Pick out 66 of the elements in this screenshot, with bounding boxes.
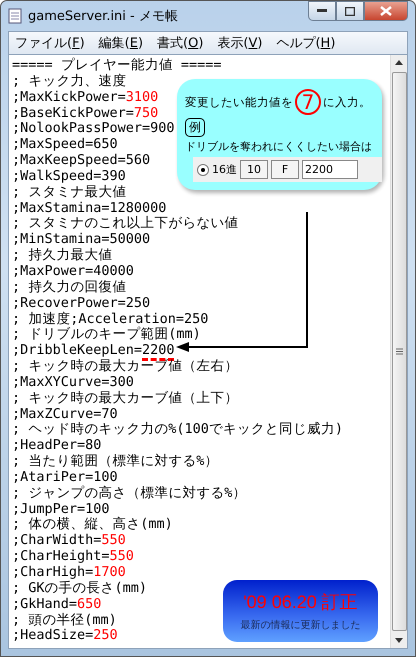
text-line: ;MaxPower=40000 <box>12 264 134 280</box>
maximize-icon <box>345 6 355 16</box>
text-line: ;NolookPassPower=900 <box>12 121 175 138</box>
minimize-button[interactable] <box>308 1 336 21</box>
callout-note: ドリブルを奪われにくくしたい場合は <box>185 140 372 154</box>
scroll-down-icon[interactable] <box>395 638 403 643</box>
badge-title: '09 06.20 訂正 <box>243 591 358 614</box>
callout-text: 変更したい能力値を <box>185 94 293 110</box>
menu-item[interactable]: ヘルプ(H) <box>276 34 336 52</box>
text-line: ; 加速度;Acceleration=250 <box>12 312 208 326</box>
text-line: ;MaxKickPower=3100 <box>12 90 158 106</box>
text-line: ;RecoverPower=250 <box>12 296 150 312</box>
text-line: ;MaxStamina=1280000 <box>12 200 166 216</box>
text-line: ;GkHand=650 <box>12 596 102 612</box>
scroll-up-icon[interactable] <box>395 60 403 65</box>
text-line: ; ヘッド時のキック力の%(100でキックと同じ威力) <box>12 422 344 438</box>
example-label: 例 <box>185 118 205 137</box>
text-line: ; 当たり範囲（標準に対する%） <box>12 454 218 470</box>
menu-item[interactable]: 表示(V) <box>217 34 262 52</box>
radio-label: 16進 <box>212 162 237 177</box>
text-line: ; ジャンプの高さ（標準に対する%） <box>12 486 246 502</box>
text-line: ;CharWidth=550 <box>12 533 126 550</box>
text-line: ; キック時の最大カーブ値（左右） <box>12 359 238 375</box>
text-line: ;MinStamina=50000 <box>12 232 150 248</box>
text-line: ;JumpPer=100 <box>12 502 110 517</box>
maximize-button[interactable] <box>336 1 364 21</box>
text-line: ; 持久力最大値 <box>12 248 112 264</box>
text-line: ;DribbleKeepLen=2200 <box>12 343 175 358</box>
window-title: gameServer.ini - メモ帳 <box>28 8 179 25</box>
radio-button[interactable] <box>197 164 209 176</box>
text-line: ===== プレイヤー能力値 ===== <box>12 58 222 74</box>
toolbar-button[interactable]: F <box>271 160 299 179</box>
text-line: ;MaxKeepSpeed=560 <box>12 153 150 169</box>
scrollbar[interactable] <box>390 55 407 648</box>
scroll-thumb[interactable] <box>392 72 406 631</box>
minimize-icon <box>317 9 327 13</box>
text-line: ; GKの手の長さ(mm) <box>12 580 148 597</box>
text-line: ; 頭の半径(mm) <box>12 612 117 628</box>
text-line: ;HeadSize=250 <box>12 628 118 644</box>
badge-subtitle: 最新の情報に更新しました <box>240 618 360 632</box>
notepad-icon <box>8 8 22 24</box>
text-line: ; 体の横、縦、高さ(mm) <box>12 517 173 534</box>
menu-item[interactable]: 書式(O) <box>157 34 204 52</box>
text-line: ;BaseKickPower=750 <box>12 106 158 122</box>
menu-item[interactable]: 編集(E) <box>98 34 144 52</box>
text-line: ; スタミナのこれ以上下がらない値 <box>12 216 238 232</box>
text-line: ;AtariPer=100 <box>12 470 118 486</box>
circled-number: 7 <box>295 89 321 115</box>
text-line: ;WalkSpeed=390 <box>12 168 126 184</box>
toolbar-button[interactable]: 10 <box>240 160 268 179</box>
text-line: ;HeadPer=80 <box>12 438 102 454</box>
close-icon <box>380 6 392 16</box>
text-line: ;MaxXYCurve=300 <box>12 374 134 390</box>
menu-item[interactable]: ファイル(F) <box>15 34 85 52</box>
text-line: ; ドリブルのキープ範囲(mm) <box>12 327 201 344</box>
input-field[interactable]: 2200 <box>302 160 358 179</box>
text-line: ; キック時の最大カーブ値（上下） <box>12 390 238 407</box>
text-line: ; スタミナ最大値 <box>12 184 126 201</box>
callout-text: に入力。 <box>323 94 371 110</box>
close-button[interactable] <box>364 1 408 21</box>
text-line: ;MaxSpeed=650 <box>12 137 118 154</box>
text-line: ; 持久力の回復値 <box>12 280 126 296</box>
text-line: ;MaxZCurve=70 <box>12 406 118 422</box>
text-line: ;CharHeight=550 <box>12 549 134 565</box>
text-line: ; キック力、速度 <box>12 74 126 90</box>
text-line: ;CharHigh=1700 <box>12 565 126 580</box>
